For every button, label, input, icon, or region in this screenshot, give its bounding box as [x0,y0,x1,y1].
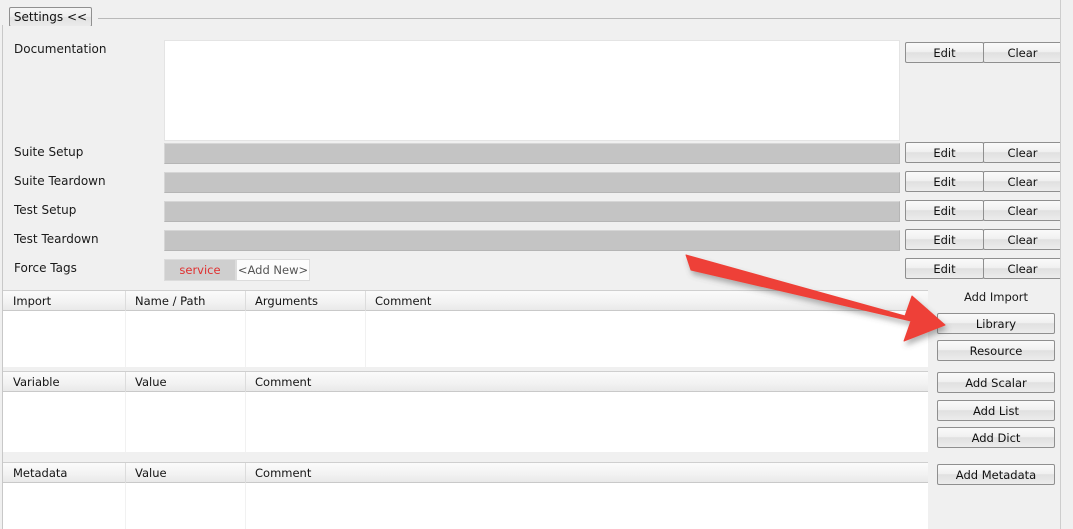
variable-grid[interactable]: Variable Value Comment [3,371,928,452]
tab-settings-collapse-button[interactable]: Settings << [9,7,92,27]
add-import-label: Add Import [963,290,1029,304]
documentation-edit-button[interactable]: Edit [905,42,984,63]
grid-column-divider [125,483,126,529]
grid-column-divider [245,392,246,452]
label-test-setup: Test Setup [14,203,77,217]
test-teardown-field[interactable] [164,230,900,251]
label-suite-teardown: Suite Teardown [14,174,106,188]
force-tags-edit-button[interactable]: Edit [905,258,984,279]
add-dict-button[interactable]: Add Dict [937,427,1055,448]
grid-column-divider [125,392,126,452]
header-arguments[interactable]: Arguments [246,291,366,311]
import-grid-header: Import Name / Path Arguments Comment [3,290,928,311]
import-grid-body[interactable] [3,311,928,367]
header-value[interactable]: Value [126,463,246,483]
suite-setup-edit-button[interactable]: Edit [905,142,984,163]
metadata-grid-header: Metadata Value Comment [3,462,928,483]
label-suite-setup: Suite Setup [14,145,84,159]
grid-column-divider [245,311,246,367]
test-setup-edit-button[interactable]: Edit [905,200,984,221]
settings-editor-window: Settings << Documentation Suite Setup Su… [0,0,1073,529]
suite-setup-field[interactable] [164,143,900,164]
suite-setup-clear-button[interactable]: Clear [983,142,1062,163]
label-force-tags: Force Tags [14,261,77,275]
suite-teardown-clear-button[interactable]: Clear [983,171,1062,192]
header-variable[interactable]: Variable [4,372,126,392]
metadata-grid-body[interactable] [3,483,928,529]
import-grid[interactable]: Import Name / Path Arguments Comment [3,290,928,367]
settings-form-panel: Documentation Suite Setup Suite Teardown… [3,26,1062,290]
header-comment[interactable]: Comment [246,372,927,392]
header-comment[interactable]: Comment [366,291,927,311]
tab-strip: Settings << [0,0,1073,27]
variable-grid-body[interactable] [3,392,928,452]
header-comment[interactable]: Comment [246,463,927,483]
test-setup-field[interactable] [164,201,900,222]
tag-add-new-input[interactable]: <Add New> [236,259,310,281]
label-test-teardown: Test Teardown [14,232,99,246]
tab-strip-divider [98,18,1060,19]
suite-teardown-field[interactable] [164,172,900,193]
add-metadata-button[interactable]: Add Metadata [937,464,1055,485]
panel-right-gutter [1061,0,1073,529]
header-value[interactable]: Value [126,372,246,392]
grid-column-divider [245,483,246,529]
resource-button[interactable]: Resource [937,340,1055,361]
test-teardown-clear-button[interactable]: Clear [983,229,1062,250]
grid-column-divider [365,311,366,367]
header-metadata[interactable]: Metadata [4,463,126,483]
header-name-path[interactable]: Name / Path [126,291,246,311]
test-setup-clear-button[interactable]: Clear [983,200,1062,221]
documentation-clear-button[interactable]: Clear [983,42,1062,63]
variable-grid-header: Variable Value Comment [3,371,928,392]
force-tags-clear-button[interactable]: Clear [983,258,1062,279]
label-documentation: Documentation [14,42,107,56]
documentation-textarea[interactable] [164,40,900,141]
add-scalar-button[interactable]: Add Scalar [937,372,1055,393]
suite-teardown-edit-button[interactable]: Edit [905,171,984,192]
header-import[interactable]: Import [4,291,126,311]
library-button[interactable]: Library [937,313,1055,334]
grid-column-divider [125,311,126,367]
metadata-grid[interactable]: Metadata Value Comment [3,462,928,529]
test-teardown-edit-button[interactable]: Edit [905,229,984,250]
add-list-button[interactable]: Add List [937,400,1055,421]
tag-chip-service[interactable]: service [164,259,236,281]
